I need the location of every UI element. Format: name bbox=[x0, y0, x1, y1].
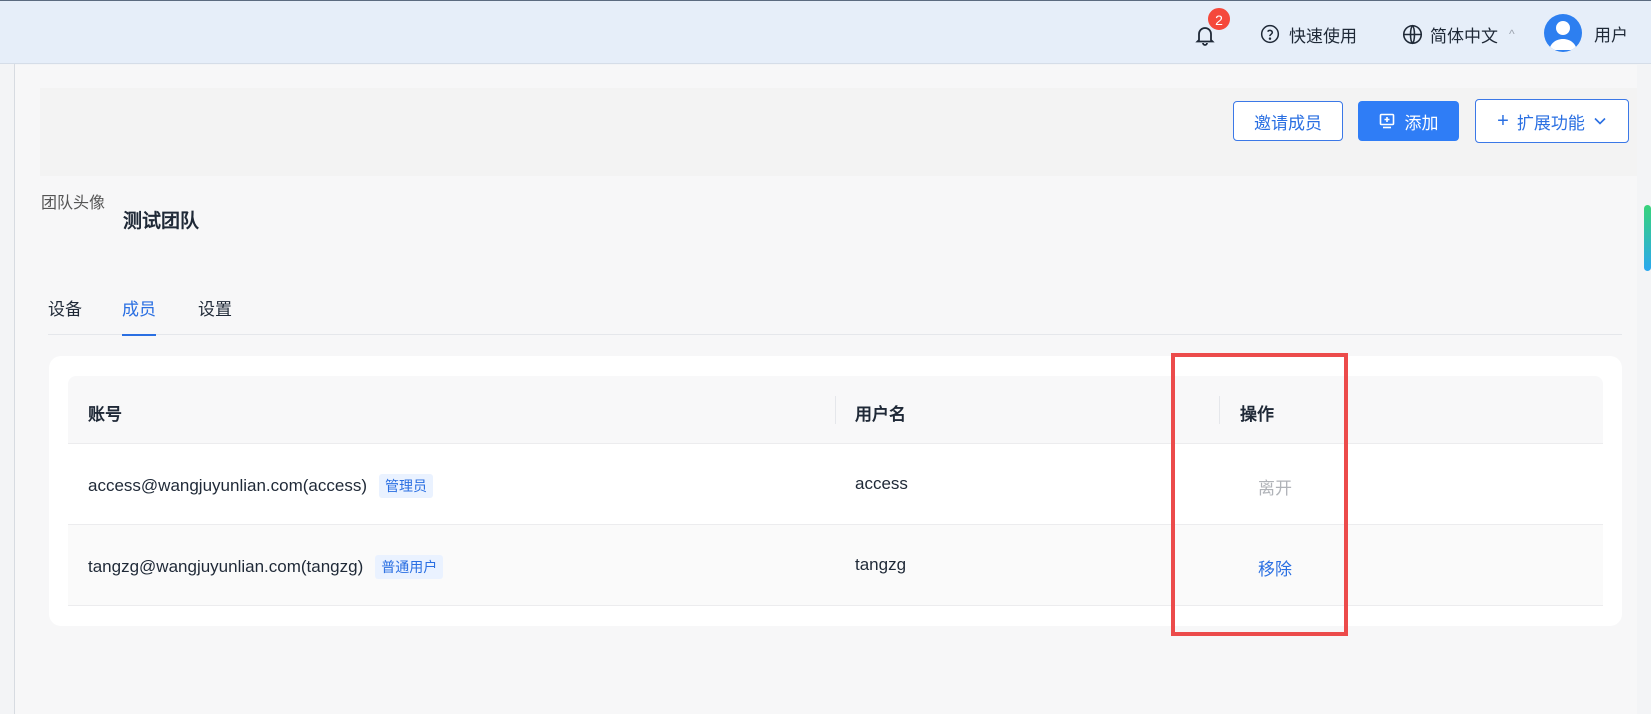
extend-features-button[interactable]: + 扩展功能 bbox=[1475, 99, 1629, 143]
chevron-down-icon bbox=[1594, 117, 1606, 125]
role-badge: 管理员 bbox=[378, 474, 433, 498]
account-cell: tangzg@wangjuyunlian.com(tangzg) 普通用户 bbox=[88, 555, 444, 579]
add-device-icon bbox=[1379, 113, 1394, 129]
globe-icon bbox=[1402, 24, 1423, 44]
team-avatar-image: 团队头像 bbox=[41, 191, 107, 243]
team-avatar-alt: 团队头像 bbox=[41, 195, 106, 212]
column-username: 用户名 bbox=[855, 405, 906, 424]
quick-start-label: 快速使用 bbox=[1289, 26, 1357, 46]
role-badge: 普通用户 bbox=[375, 555, 444, 579]
tab-members[interactable]: 成员 bbox=[122, 295, 156, 336]
account-text: tangzg@wangjuyunlian.com(tangzg) bbox=[88, 557, 364, 576]
language-selector[interactable]: 简体中文 ^ bbox=[1402, 21, 1515, 47]
scrollbar-thumb[interactable] bbox=[1644, 205, 1651, 271]
help-circle-icon bbox=[1260, 24, 1280, 44]
tab-devices[interactable]: 设备 bbox=[48, 295, 82, 335]
extend-label: 扩展功能 bbox=[1516, 113, 1585, 133]
add-label: 添加 bbox=[1404, 113, 1439, 133]
username-cell: access bbox=[855, 474, 908, 493]
language-label: 简体中文 bbox=[1430, 26, 1498, 46]
user-menu[interactable]: 用户 bbox=[1544, 13, 1628, 53]
username-cell: tangzg bbox=[855, 555, 907, 574]
user-icon bbox=[1549, 21, 1577, 50]
column-account: 账号 bbox=[88, 405, 122, 424]
tab-bar: 设备 成员 设置 bbox=[48, 295, 1622, 336]
avatar bbox=[1544, 14, 1582, 52]
table-row: access@wangjuyunlian.com(access) 管理员 acc… bbox=[68, 444, 1603, 525]
tab-settings[interactable]: 设置 bbox=[198, 295, 232, 335]
plus-icon: + bbox=[1497, 110, 1509, 132]
table-row: tangzg@wangjuyunlian.com(tangzg) 普通用户 ta… bbox=[68, 525, 1603, 606]
add-button[interactable]: 添加 bbox=[1358, 101, 1459, 141]
team-name: 测试团队 bbox=[123, 211, 200, 232]
account-text: access@wangjuyunlian.com(access) bbox=[88, 476, 367, 495]
top-header: 2 快速使用 简体中文 ^ 用户 bbox=[0, 0, 1651, 64]
caret-up-icon: ^ bbox=[1509, 27, 1515, 41]
table-header: 账号 用户名 操作 bbox=[68, 376, 1603, 444]
column-divider bbox=[835, 396, 836, 424]
quick-start-button[interactable]: 快速使用 bbox=[1260, 21, 1357, 47]
user-label: 用户 bbox=[1594, 25, 1628, 45]
account-cell: access@wangjuyunlian.com(access) 管理员 bbox=[88, 474, 433, 498]
highlight-box bbox=[1171, 353, 1348, 636]
notification-badge: 2 bbox=[1207, 7, 1231, 31]
invite-member-button[interactable]: 邀请成员 bbox=[1233, 101, 1343, 141]
